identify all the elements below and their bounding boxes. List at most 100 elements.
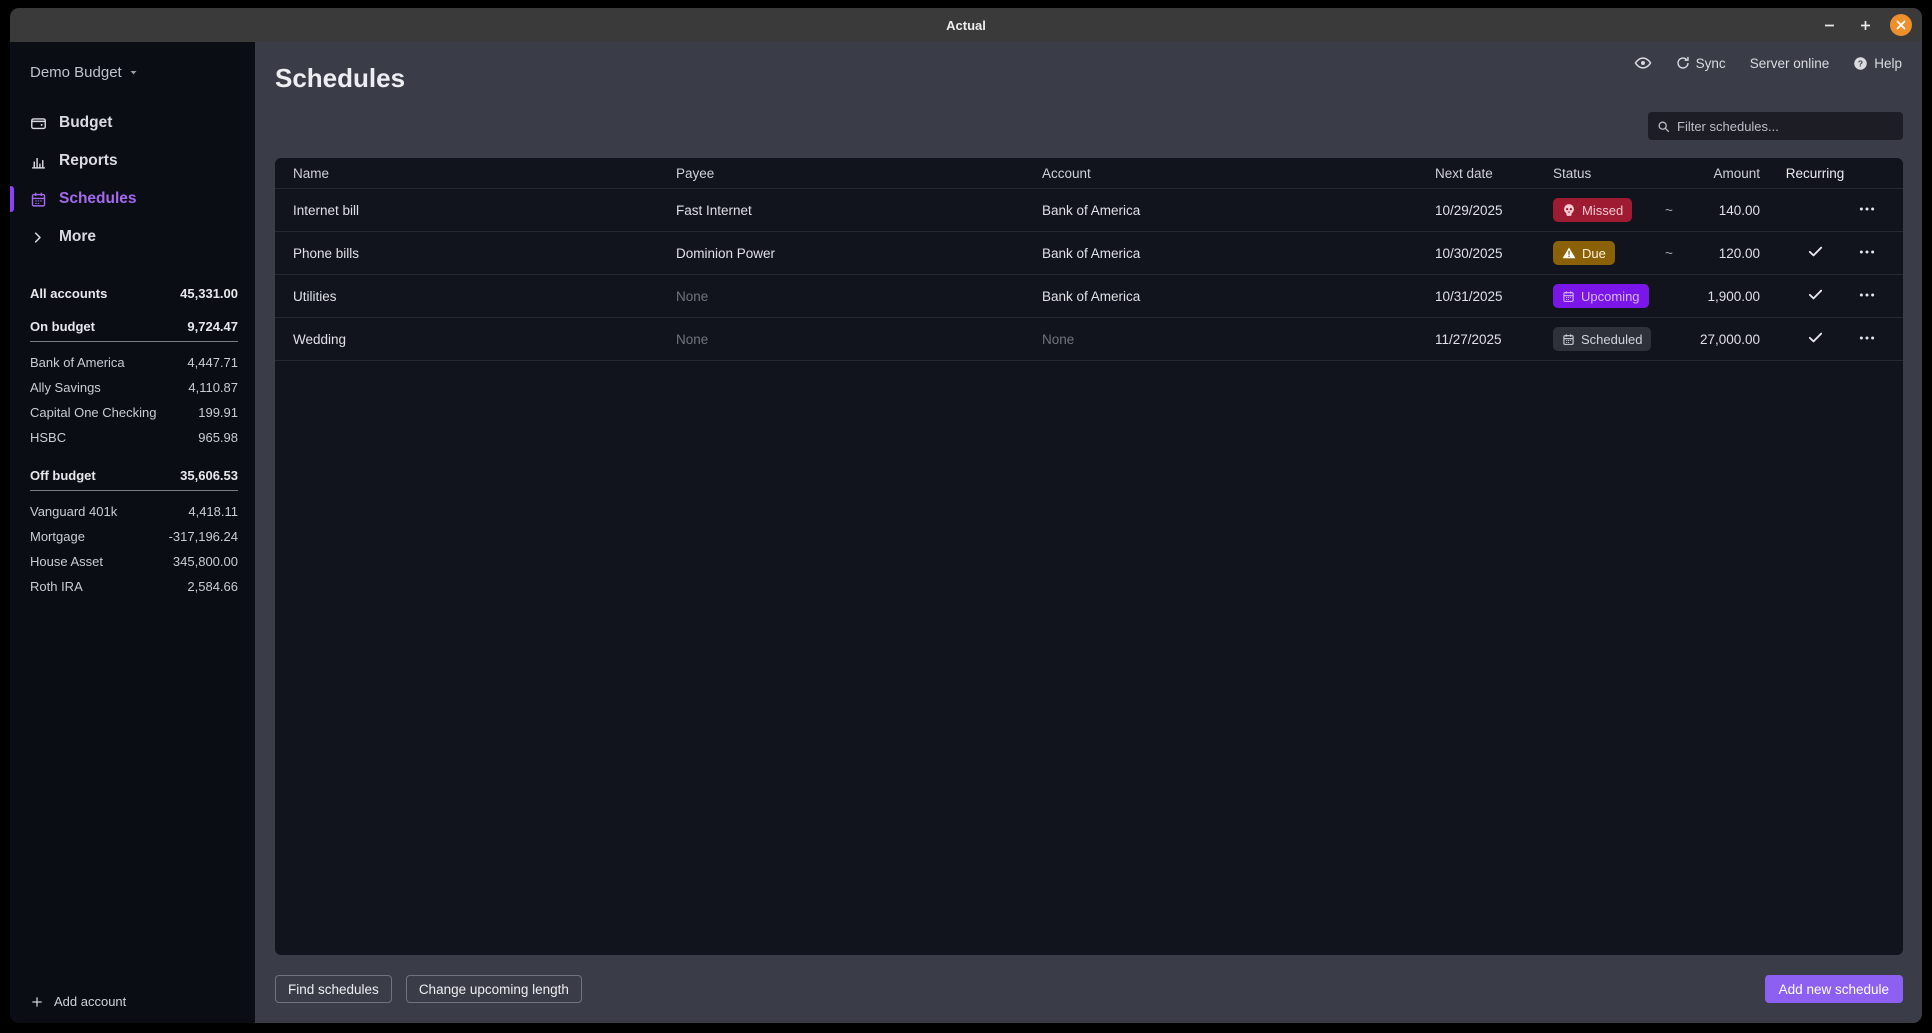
schedule-account: None — [1024, 332, 1417, 347]
column-header-account: Account — [1024, 166, 1417, 181]
account-row[interactable]: Ally Savings 4,110.87 — [30, 375, 238, 400]
approx-indicator: ~ — [1665, 203, 1695, 218]
account-row[interactable]: Bank of America 4,447.71 — [30, 350, 238, 375]
eye-icon — [1634, 54, 1652, 72]
find-schedules-button[interactable]: Find schedules — [275, 975, 392, 1003]
sync-button[interactable]: Sync — [1676, 56, 1726, 71]
schedule-amount: 140.00 — [1695, 203, 1780, 218]
column-header-amount: Amount — [1695, 166, 1780, 181]
filter-schedules-input[interactable] — [1677, 119, 1894, 134]
status-badge-label: Due — [1582, 246, 1606, 261]
page-title: Schedules — [275, 63, 405, 94]
schedule-amount: 27,000.00 — [1695, 332, 1780, 347]
schedule-menu-cell — [1850, 325, 1903, 354]
account-balance: 2,584.66 — [187, 579, 238, 594]
schedule-status-cell: Scheduled — [1535, 327, 1665, 351]
account-row[interactable]: Mortgage-317,196.24 — [30, 524, 238, 549]
account-group-value: 35,606.53 — [180, 468, 238, 483]
all-accounts-row[interactable]: All accounts 45,331.00 — [30, 286, 238, 301]
schedule-recurring-cell — [1780, 243, 1850, 263]
add-account-button[interactable]: Add account — [30, 994, 126, 1009]
sidebar-item-budget[interactable]: Budget — [10, 104, 255, 142]
privacy-eye-button[interactable] — [1634, 54, 1652, 72]
schedule-recurring-cell — [1780, 329, 1850, 349]
account-row[interactable]: Capital One Checking199.91 — [30, 400, 238, 425]
schedule-amount: 1,900.00 — [1695, 289, 1780, 304]
account-row[interactable]: Roth IRA 2,584.66 — [30, 574, 238, 599]
account-name: Bank of America — [30, 355, 125, 370]
server-status[interactable]: Server online — [1750, 56, 1830, 71]
schedule-row[interactable]: WeddingNoneNone11/27/2025Scheduled27,000… — [275, 318, 1903, 361]
add-account-label: Add account — [54, 994, 126, 1009]
account-name: HSBC — [30, 430, 66, 445]
add-new-schedule-button[interactable]: Add new schedule — [1765, 975, 1903, 1003]
sync-label: Sync — [1696, 56, 1726, 71]
account-group-value: 9,724.47 — [187, 319, 238, 334]
ellipsis-icon — [1858, 200, 1876, 221]
account-group-header: On budget 9,724.47 — [30, 319, 238, 342]
help-button[interactable]: ? Help — [1853, 56, 1902, 71]
status-badge-label: Scheduled — [1581, 332, 1642, 347]
schedule-row[interactable]: Phone billsDominion PowerBank of America… — [275, 232, 1903, 275]
schedule-account: Bank of America — [1024, 246, 1417, 261]
account-row[interactable]: House Asset345,800.00 — [30, 549, 238, 574]
account-name: Mortgage — [30, 529, 85, 544]
status-badge: Due — [1553, 241, 1615, 265]
status-badge: Scheduled — [1553, 327, 1651, 351]
ellipsis-icon — [1858, 243, 1876, 264]
sidebar-item-reports[interactable]: Reports — [10, 142, 255, 180]
maximize-button[interactable] — [1854, 14, 1876, 36]
schedule-account: Bank of America — [1024, 203, 1417, 218]
calendar-badge-icon — [1562, 290, 1575, 303]
calendar-badge-icon — [1562, 333, 1575, 346]
sidebar-item-more[interactable]: More — [10, 218, 255, 256]
column-header-recurring: Recurring — [1780, 166, 1850, 181]
close-button[interactable] — [1890, 14, 1912, 36]
budget-switcher[interactable]: Demo Budget — [30, 64, 138, 81]
row-menu-button[interactable] — [1854, 239, 1880, 268]
schedule-next-date: 10/31/2025 — [1417, 289, 1535, 304]
status-badge: Upcoming — [1553, 284, 1649, 308]
sidebar-item-label: More — [59, 228, 96, 246]
account-row[interactable]: Vanguard 401k4,418.11 — [30, 499, 238, 524]
schedule-name: Wedding — [275, 332, 658, 347]
schedule-row[interactable]: Internet billFast InternetBank of Americ… — [275, 189, 1903, 232]
schedule-next-date: 10/30/2025 — [1417, 246, 1535, 261]
minimize-button[interactable] — [1818, 14, 1840, 36]
column-header-name: Name — [275, 166, 658, 181]
window-title: Actual — [946, 18, 986, 33]
row-menu-button[interactable] — [1854, 325, 1880, 354]
account-group: Off budget35,606.53 Vanguard 401k4,418.11… — [30, 468, 238, 599]
app-window: Actual Demo Budget Budget Reports Schedule… — [10, 8, 1922, 1023]
schedule-recurring-cell — [1780, 286, 1850, 306]
window-controls — [1818, 8, 1912, 42]
schedule-menu-cell — [1850, 239, 1903, 268]
chevron-right-icon — [30, 230, 47, 245]
schedule-status-cell: Missed — [1535, 198, 1665, 222]
schedule-payee: None — [658, 289, 1024, 304]
ellipsis-icon — [1858, 329, 1876, 350]
sidebar-item-schedules[interactable]: Schedules — [10, 180, 255, 218]
skull-icon — [1562, 203, 1576, 217]
account-name: House Asset — [30, 554, 103, 569]
row-menu-button[interactable] — [1854, 282, 1880, 311]
sidebar: Demo Budget Budget Reports Schedules More A… — [10, 42, 255, 1023]
sidebar-item-label: Reports — [59, 152, 118, 170]
change-upcoming-length-button[interactable]: Change upcoming length — [406, 975, 582, 1003]
account-group-header: Off budget35,606.53 — [30, 468, 238, 491]
schedules-table: NamePayeeAccountNext dateStatusAmountRec… — [275, 158, 1903, 955]
budget-name: Demo Budget — [30, 64, 122, 81]
account-name: Ally Savings — [30, 380, 101, 395]
account-row[interactable]: HSBC965.98 — [30, 425, 238, 450]
account-balance: 4,447.71 — [187, 355, 238, 370]
account-name: Roth IRA — [30, 579, 83, 594]
chevron-down-icon — [129, 64, 138, 81]
schedule-row[interactable]: UtilitiesNoneBank of America10/31/2025Up… — [275, 275, 1903, 318]
warning-icon — [1562, 246, 1576, 260]
server-status-label: Server online — [1750, 56, 1830, 71]
row-menu-button[interactable] — [1854, 196, 1880, 225]
account-group-label: On budget — [30, 319, 95, 334]
titlebar[interactable]: Actual — [10, 8, 1922, 42]
account-balance: 4,110.87 — [188, 380, 238, 395]
accounts-panel: All accounts 45,331.00 On budget 9,724.47… — [10, 286, 255, 599]
